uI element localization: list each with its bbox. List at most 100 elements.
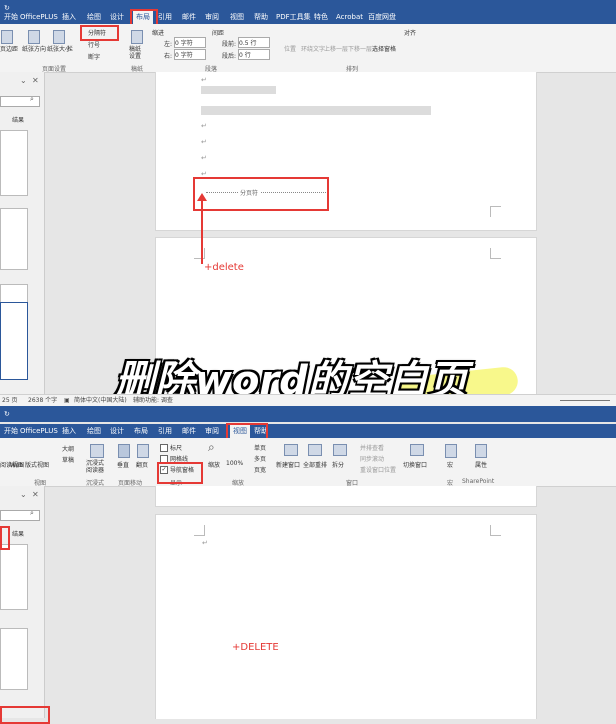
nav-tab-results[interactable]: 结果 bbox=[12, 529, 24, 538]
draft-paper-icon[interactable] bbox=[131, 30, 143, 44]
zoom-100-button[interactable]: 100% bbox=[226, 460, 243, 467]
group-immersive: 沉浸式 bbox=[86, 480, 105, 487]
tab-review[interactable]: 审阅 bbox=[205, 10, 219, 24]
vertical-button[interactable]: 垂直 bbox=[117, 460, 129, 469]
indent-left-input[interactable]: 0 字符 bbox=[174, 37, 206, 48]
nav-search-icon[interactable]: ⌕ bbox=[30, 95, 34, 104]
tab-home[interactable]: 开始 bbox=[4, 424, 18, 438]
split-icon[interactable] bbox=[333, 444, 347, 456]
tab-acrobat[interactable]: Acrobat bbox=[336, 10, 363, 24]
nav-close-icon[interactable]: ✕ bbox=[32, 490, 39, 499]
page-thumbnail-selected[interactable] bbox=[0, 302, 28, 380]
macros-button[interactable]: 宏 bbox=[447, 460, 453, 469]
tab-special[interactable]: 特色 bbox=[314, 10, 328, 24]
draft-paper-button[interactable]: 稿纸设置 bbox=[129, 46, 143, 60]
page-corner-mark bbox=[194, 525, 205, 536]
group-page-setup: 页面设置 bbox=[42, 66, 67, 73]
split-button[interactable]: 拆分 bbox=[332, 460, 344, 469]
nav-chevron-icon[interactable]: ⌄ bbox=[20, 76, 27, 85]
tab-baidu[interactable]: 百度网盘 bbox=[368, 10, 396, 24]
tab-home[interactable]: 开始 bbox=[4, 10, 18, 24]
columns-button[interactable]: 栏 bbox=[67, 44, 73, 53]
tab-help[interactable]: 帮助 bbox=[254, 10, 268, 24]
tab-layout[interactable]: 布局 bbox=[134, 424, 148, 438]
hyphenation-dropdown[interactable]: 断字 bbox=[88, 52, 100, 61]
page-thumbnail[interactable] bbox=[0, 544, 28, 610]
orientation-button[interactable]: 纸张方向 bbox=[22, 44, 46, 53]
bottom-nav-pane: ✕ ⌄ ⌕ 结果 bbox=[0, 486, 45, 718]
immersive-reader-button[interactable]: 沉浸式阅读器 bbox=[86, 460, 106, 474]
zoom-button[interactable]: 缩放 bbox=[208, 460, 220, 469]
page-width-button[interactable]: 页宽 bbox=[254, 465, 266, 474]
arrange-all-button[interactable]: 全部重排 bbox=[303, 460, 327, 469]
tab-design[interactable]: 设计 bbox=[110, 424, 124, 438]
margins-icon[interactable] bbox=[1, 30, 13, 44]
tab-insert[interactable]: 插入 bbox=[62, 10, 76, 24]
nav-close-icon[interactable]: ✕ bbox=[32, 76, 39, 85]
ruler-checkbox[interactable] bbox=[160, 444, 168, 452]
group-draft: 稿纸 bbox=[131, 66, 144, 73]
tab-view[interactable]: 视图 bbox=[230, 10, 244, 24]
nav-search-icon[interactable]: ⌕ bbox=[30, 509, 34, 518]
spacing-before-input[interactable]: 0.5 行 bbox=[238, 37, 270, 48]
tab-insert[interactable]: 插入 bbox=[62, 424, 76, 438]
vertical-icon[interactable] bbox=[118, 444, 130, 458]
nav-search-input[interactable] bbox=[0, 96, 40, 107]
tab-references[interactable]: 引用 bbox=[158, 10, 172, 24]
highlight-page-break bbox=[193, 177, 329, 211]
multi-page-button[interactable]: 多页 bbox=[254, 454, 266, 463]
tab-mailings[interactable]: 邮件 bbox=[182, 10, 196, 24]
zoom-icon[interactable]: ⌕ bbox=[208, 440, 215, 455]
sharepoint-icon[interactable] bbox=[475, 444, 487, 458]
arrange-all-icon[interactable] bbox=[308, 444, 322, 456]
side-to-side-icon[interactable] bbox=[137, 444, 149, 458]
tab-review[interactable]: 审阅 bbox=[205, 424, 219, 438]
group-sharepoint: SharePoint bbox=[462, 478, 495, 485]
nav-chevron-icon[interactable]: ⌄ bbox=[20, 490, 27, 499]
wrap-text-button[interactable]: 环绕文字 bbox=[301, 44, 325, 53]
macros-icon[interactable] bbox=[445, 444, 457, 458]
zoom-slider[interactable] bbox=[560, 400, 610, 401]
spacing-after-input[interactable]: 0 行 bbox=[238, 49, 270, 60]
draft-view-button[interactable]: 草稿 bbox=[62, 455, 74, 464]
new-window-button[interactable]: 新建窗口 bbox=[276, 460, 300, 469]
page-thumbnail[interactable] bbox=[0, 208, 28, 270]
page-thumbnail[interactable] bbox=[0, 130, 28, 196]
page-corner-mark bbox=[490, 206, 501, 217]
side-by-side-button[interactable]: 并排查看 bbox=[360, 443, 384, 452]
switch-windows-button[interactable]: 切换窗口 bbox=[403, 460, 427, 469]
web-layout-button[interactable]: Web 版式视图 bbox=[10, 460, 49, 469]
tab-draw[interactable]: 绘图 bbox=[87, 10, 101, 24]
tab-officeplus[interactable]: OfficePLUS bbox=[20, 10, 58, 24]
reset-window-button[interactable]: 重设窗口位置 bbox=[360, 465, 396, 474]
bring-forward-button[interactable]: 上移一层 bbox=[324, 44, 348, 53]
nav-search-input[interactable] bbox=[0, 510, 40, 521]
tab-draw[interactable]: 绘图 bbox=[87, 424, 101, 438]
new-window-icon[interactable] bbox=[284, 444, 298, 456]
page-thumbnail[interactable] bbox=[0, 628, 28, 690]
position-button[interactable]: 位置 bbox=[284, 44, 296, 53]
send-backward-button[interactable]: 下移一层 bbox=[348, 44, 372, 53]
size-icon[interactable] bbox=[53, 30, 65, 44]
tab-pdf-tools[interactable]: PDF工具集 bbox=[276, 10, 311, 24]
indent-right-input[interactable]: 0 字符 bbox=[174, 49, 206, 60]
outline-button[interactable]: 大纲 bbox=[62, 444, 74, 453]
selection-pane-button[interactable]: 选择窗格 bbox=[372, 44, 396, 53]
tab-references[interactable]: 引用 bbox=[158, 424, 172, 438]
one-page-button[interactable]: 单页 bbox=[254, 443, 266, 452]
paragraph-mark: ↵ bbox=[202, 539, 208, 547]
autosave-icon[interactable]: ↻ bbox=[4, 406, 10, 422]
immersive-reader-icon[interactable] bbox=[90, 444, 104, 458]
tab-mailings[interactable]: 邮件 bbox=[182, 424, 196, 438]
line-numbers-dropdown[interactable]: 行号 bbox=[88, 40, 100, 49]
nav-tab-results[interactable]: 结果 bbox=[12, 115, 24, 124]
sync-scroll-button[interactable]: 同步滚动 bbox=[360, 454, 384, 463]
sharepoint-properties-button[interactable]: 属性 bbox=[475, 460, 487, 469]
margins-button[interactable]: 页边距 bbox=[0, 44, 18, 53]
align-dropdown[interactable]: 对齐 bbox=[404, 28, 416, 37]
tab-design[interactable]: 设计 bbox=[110, 10, 124, 24]
orientation-icon[interactable] bbox=[28, 30, 40, 44]
tab-officeplus[interactable]: OfficePLUS bbox=[20, 424, 58, 438]
side-to-side-button[interactable]: 翻页 bbox=[136, 460, 148, 469]
switch-windows-icon[interactable] bbox=[410, 444, 424, 456]
